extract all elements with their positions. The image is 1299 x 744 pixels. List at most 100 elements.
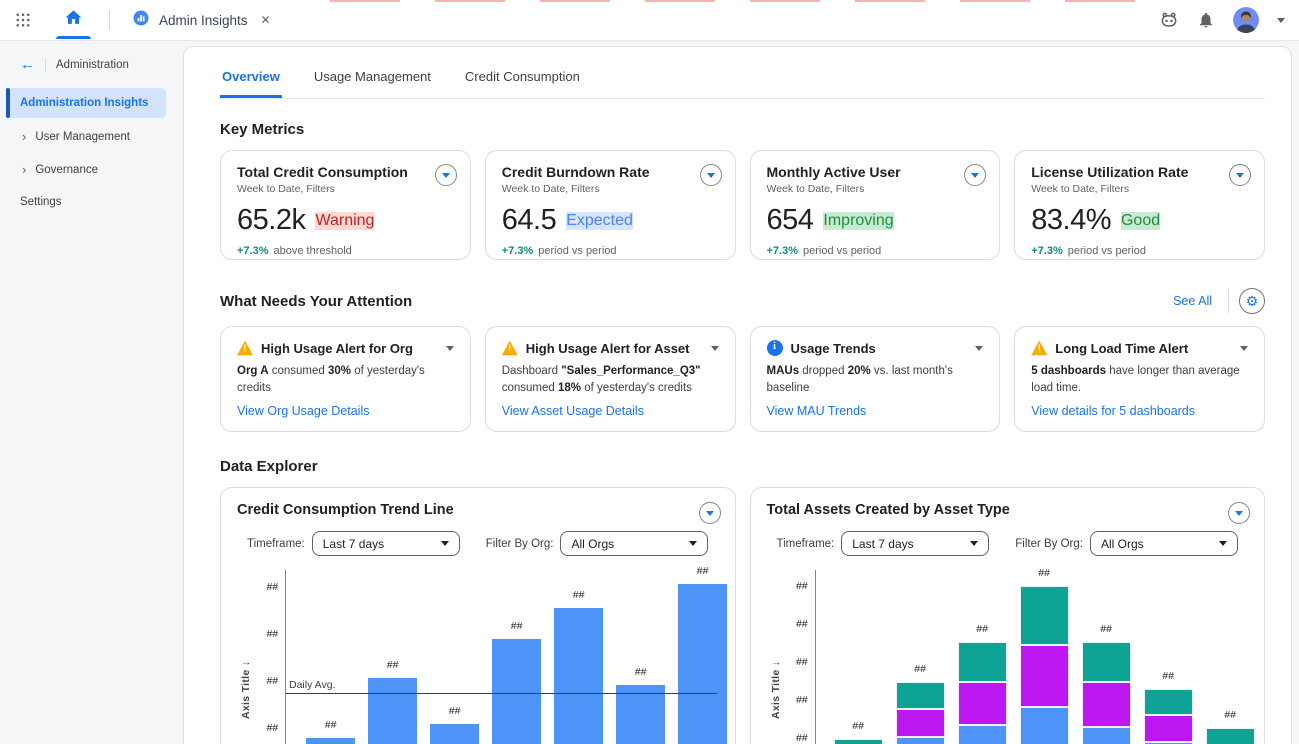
delta-value: +7.3%: [767, 245, 799, 257]
stacked-bar-segment-asset-type-teal[interactable]: [896, 682, 945, 709]
alert-link[interactable]: View Asset Usage Details: [502, 404, 719, 418]
sidebar-item-label: User Management: [35, 131, 130, 143]
sidebar-item-user-management[interactable]: › User Management: [0, 120, 180, 153]
delta-value: +7.3%: [1031, 245, 1063, 257]
sidebar-header-divider: [45, 58, 46, 72]
metric-value: 64.5: [502, 204, 556, 237]
plot-area: ##############: [815, 570, 1249, 744]
tab-usage-management[interactable]: Usage Management: [312, 69, 433, 98]
y-axis-title: Axis Title ↓: [767, 570, 785, 744]
metric-value: 83.4%: [1031, 204, 1111, 237]
metric-title: License Utilization Rate: [1031, 164, 1248, 180]
warning-icon: [237, 340, 253, 356]
alert-body: Org A consumed 30% of yesterday's credit…: [237, 363, 454, 398]
card-menu-button[interactable]: [1229, 164, 1251, 186]
sidebar-item-label: Administration Insights: [20, 97, 148, 109]
bar[interactable]: [492, 639, 541, 744]
metric-card: Monthly Active User Week to Date, Filter…: [750, 150, 1001, 260]
bar[interactable]: [678, 584, 727, 744]
alert-link[interactable]: View MAU Trends: [767, 404, 984, 418]
alert-caret-icon[interactable]: [975, 346, 983, 351]
filter-org-select[interactable]: All Orgs: [560, 531, 708, 556]
filter-org-select[interactable]: All Orgs: [1090, 531, 1238, 556]
home-icon: [64, 8, 83, 32]
stacked-bar-segment-asset-type-magenta[interactable]: [958, 682, 1007, 725]
alert-link[interactable]: View Org Usage Details: [237, 404, 454, 418]
stacked-bar-segment-asset-type-teal[interactable]: [1144, 689, 1193, 715]
bar-value-label: ##: [697, 565, 709, 577]
y-axis-tick: ##: [266, 722, 278, 734]
tab-overview[interactable]: Overview: [220, 69, 282, 98]
bar[interactable]: [368, 678, 417, 744]
alert-title: Usage Trends: [791, 341, 968, 356]
card-menu-button[interactable]: [700, 164, 722, 186]
topbar-divider: [109, 10, 110, 30]
stacked-bar-segment-asset-type-teal[interactable]: [1020, 586, 1069, 645]
bar[interactable]: [306, 738, 355, 744]
metric-value: 654: [767, 204, 814, 237]
bar[interactable]: [430, 724, 479, 744]
stacked-bar-segment-asset-type-teal[interactable]: [958, 642, 1007, 682]
status-badge: Improving: [823, 212, 893, 230]
see-all-link[interactable]: See All: [1167, 293, 1218, 309]
stacked-bar-segment-asset-type-magenta[interactable]: [1144, 715, 1193, 742]
metric-title: Credit Burndown Rate: [502, 164, 719, 180]
back-arrow-icon[interactable]: ←: [20, 57, 35, 72]
card-menu-button[interactable]: [1228, 502, 1250, 524]
bar-value-label: ##: [635, 666, 647, 678]
chevron-down-icon: [1219, 541, 1227, 546]
home-tab[interactable]: [50, 0, 97, 40]
metric-delta-row: +7.3%period vs period: [767, 245, 984, 257]
warning-icon: [1031, 340, 1047, 356]
alert-caret-icon[interactable]: [446, 346, 454, 351]
page-tabs: Overview Usage Management Credit Consump…: [220, 47, 1265, 99]
alert-caret-icon[interactable]: [711, 346, 719, 351]
bar-value-label: ##: [1224, 709, 1236, 721]
account-caret-icon[interactable]: [1277, 18, 1285, 23]
tab-credit-consumption[interactable]: Credit Consumption: [463, 69, 582, 98]
data-explorer-row: Credit Consumption Trend Line Timeframe:…: [220, 487, 1265, 744]
sidebar: ← Administration Administration Insights…: [0, 41, 180, 744]
card-menu-button[interactable]: [435, 164, 457, 186]
alert-title: High Usage Alert for Org: [261, 341, 438, 356]
alert-link[interactable]: View details for 5 dashboards: [1031, 404, 1248, 418]
gear-icon[interactable]: ⚙: [1239, 288, 1265, 314]
delta-suffix: above threshold: [274, 245, 352, 257]
sidebar-item-governance[interactable]: › Governance: [0, 153, 180, 186]
stacked-bar-segment-asset-type-teal[interactable]: [1082, 642, 1131, 682]
sidebar-item-administration-insights[interactable]: Administration Insights: [6, 88, 166, 118]
filter-org-label: Filter By Org:: [1015, 538, 1083, 550]
open-document-tab[interactable]: Admin Insights ✕: [132, 9, 271, 32]
bar[interactable]: [554, 608, 603, 744]
status-badge: Good: [1121, 212, 1160, 230]
sidebar-item-settings[interactable]: Settings: [0, 186, 180, 218]
chart-card-assets-by-type: Total Assets Created by Asset Type Timef…: [750, 487, 1266, 744]
top-bar: Admin Insights ✕: [0, 0, 1299, 41]
alert-caret-icon[interactable]: [1240, 346, 1248, 351]
card-menu-button[interactable]: [699, 502, 721, 524]
timeframe-select[interactable]: Last 7 days: [312, 531, 460, 556]
stacked-bar-segment-asset-type-blue[interactable]: [958, 725, 1007, 744]
stacked-bar-segment-asset-type-magenta[interactable]: [896, 709, 945, 737]
stacked-bar-segment-asset-type-teal[interactable]: [834, 739, 883, 744]
bar-value-label: ##: [1100, 623, 1112, 635]
stacked-bar-segment-asset-type-blue[interactable]: [1082, 727, 1131, 744]
data-explorer-heading: Data Explorer: [220, 458, 1279, 475]
bar-chart: Axis Title ↓ ######## ##############Dail…: [237, 570, 719, 744]
stacked-bar-segment-asset-type-teal[interactable]: [1206, 728, 1255, 744]
stacked-bar-segment-asset-type-blue[interactable]: [896, 737, 945, 744]
bot-assistant-icon[interactable]: [1159, 10, 1179, 30]
timeframe-select[interactable]: Last 7 days: [841, 531, 989, 556]
close-icon[interactable]: ✕: [261, 13, 271, 27]
avatar[interactable]: [1233, 7, 1259, 33]
stacked-bar-segment-asset-type-magenta[interactable]: [1082, 682, 1131, 727]
bar-value-label: ##: [573, 589, 585, 601]
app-grid-icon[interactable]: [14, 11, 32, 29]
stacked-bar-segment-asset-type-blue[interactable]: [1020, 707, 1069, 744]
stacked-bar-segment-asset-type-magenta[interactable]: [1020, 645, 1069, 707]
y-axis-ticks: ########: [255, 570, 285, 744]
metric-card: License Utilization Rate Week to Date, F…: [1014, 150, 1265, 260]
metric-delta-row: +7.3%above threshold: [237, 245, 454, 257]
notifications-bell-icon[interactable]: [1197, 11, 1215, 29]
app-body: ← Administration Administration Insights…: [0, 41, 1299, 744]
